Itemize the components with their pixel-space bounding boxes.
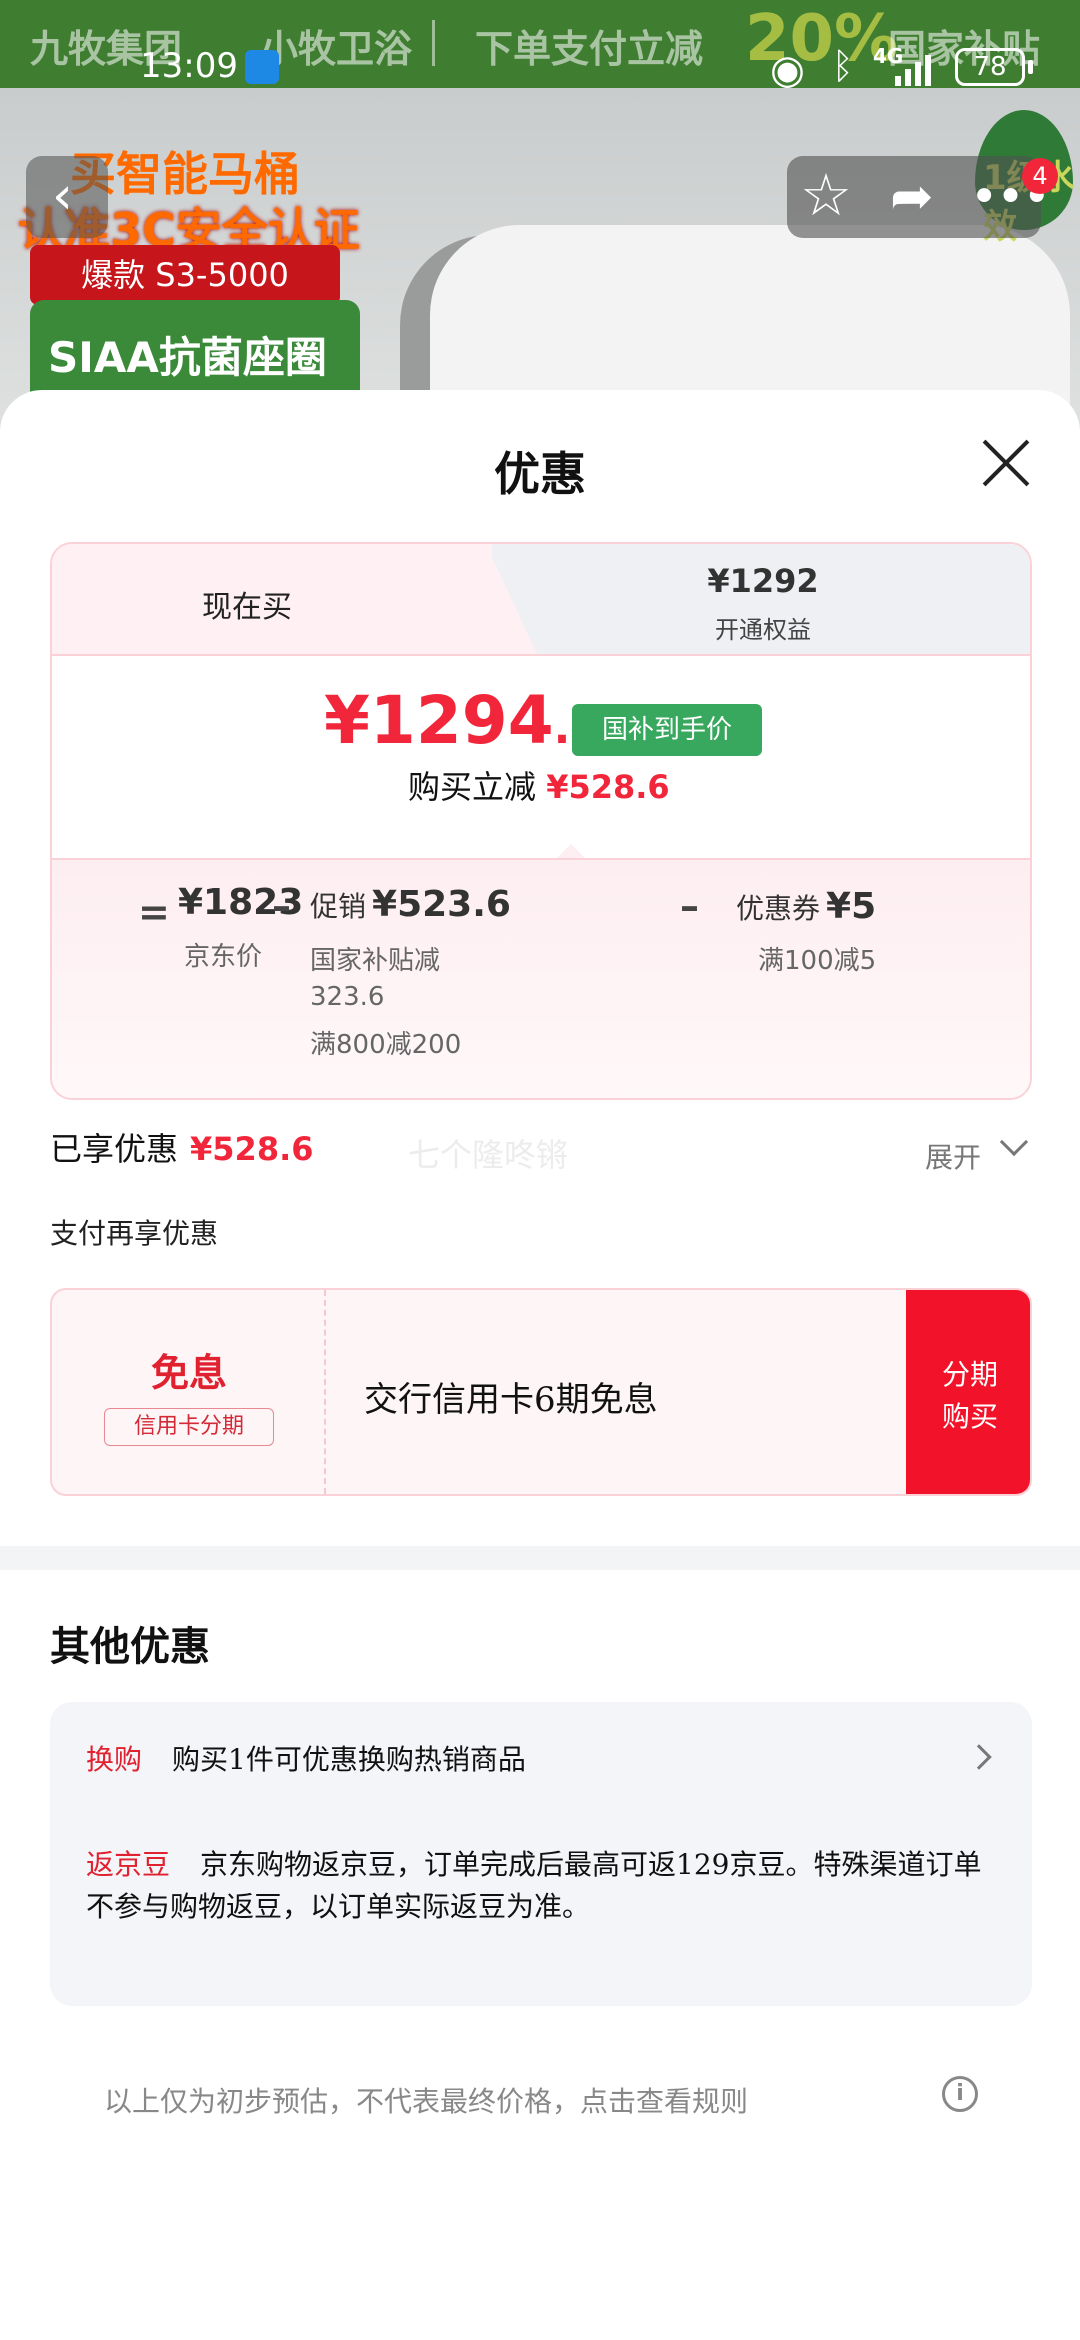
installment-offer[interactable]: 免息 信用卡分期 交行信用卡6期免息 分期 购买 bbox=[50, 1288, 1032, 1496]
promo-model-badge: 爆款 S3-5000 bbox=[30, 245, 340, 305]
final-price: ¥1294.4 bbox=[324, 682, 601, 759]
other-offers-title: 其他优惠 bbox=[50, 1623, 210, 1670]
equals-sign: = bbox=[138, 890, 170, 934]
instant-cut: 购买立减 ¥528.6 bbox=[408, 768, 670, 806]
tab-buy-now-label: 现在买 bbox=[202, 590, 292, 625]
tab-member-price[interactable]: ¥1292 开通权益 bbox=[492, 544, 1030, 654]
price-card: ¥1292 开通权益 现在买 ¥1294.4 国补到手价 购买立减 ¥528.6… bbox=[50, 542, 1032, 1100]
discount-sheet: 优惠 ¥1292 开通权益 现在买 ¥1294.4 国补到手价 购买立减 ¥52… bbox=[0, 390, 1080, 2340]
bean-text: 京东购物返京豆，订单完成后最高可返129京豆。特殊渠道订单不参与购物返豆，以订单… bbox=[86, 1848, 982, 1923]
swap-tag: 换购 bbox=[86, 1743, 143, 1776]
jd-price-label: 京东价 bbox=[184, 942, 263, 972]
caret-pointer bbox=[557, 844, 585, 858]
back-icon: ‹ bbox=[52, 166, 73, 226]
bean-tag: 返京豆 bbox=[86, 1848, 171, 1881]
share-icon[interactable]: ➦ bbox=[890, 162, 934, 232]
promo-value: 促销 ¥523.6 bbox=[310, 884, 511, 925]
interest-free-label: 免息 bbox=[150, 1350, 227, 1395]
close-icon[interactable] bbox=[970, 428, 1040, 498]
promo-detail-2: 满800减200 bbox=[310, 1030, 462, 1060]
member-label: 开通权益 bbox=[715, 616, 811, 644]
sheet-title: 优惠 bbox=[494, 447, 586, 501]
signal-icon bbox=[895, 50, 940, 86]
installment-buy-line1: 分期 bbox=[941, 1358, 998, 1391]
battery-icon: 78 bbox=[955, 48, 1025, 86]
chevron-down-icon[interactable] bbox=[999, 1127, 1029, 1157]
app-notification-icon bbox=[245, 50, 279, 84]
notification-badge: 4 bbox=[1022, 158, 1058, 194]
bluetooth-icon: ᛒ bbox=[832, 46, 854, 87]
watermark: 七个隆咚锵 bbox=[408, 1136, 569, 1174]
installment-badge-area: 免息 信用卡分期 bbox=[52, 1290, 326, 1494]
pay-more-label: 支付再享优惠 bbox=[50, 1217, 219, 1250]
minus-sign-1: – bbox=[272, 884, 291, 928]
bean-offer-row: 返京豆 京东购物返京豆，订单完成后最高可返129京豆。特殊渠道订单不参与购物返豆，… bbox=[86, 1844, 996, 1928]
promo-detail-1: 国家补贴减 bbox=[310, 946, 441, 976]
status-time: 13:09 bbox=[140, 46, 238, 86]
disclaimer-text[interactable]: 以上仅为初步预估，不代表最终价格，点击查看规则 bbox=[104, 2080, 748, 2120]
member-price: ¥1292 bbox=[707, 562, 819, 600]
section-divider bbox=[0, 1546, 1080, 1570]
installment-buy-button[interactable]: 分期 购买 bbox=[906, 1290, 1030, 1494]
chevron-right-icon[interactable] bbox=[966, 1744, 992, 1770]
status-bar: 13:09 ◉ ᛒ 4G 78 bbox=[0, 44, 1080, 94]
enjoyed-discount: 已享优惠 ¥528.6 bbox=[50, 1130, 314, 1168]
other-offers-box: 换购 购买1件可优惠换购热销商品 返京豆 京东购物返京豆，订单完成后最高可返129京… bbox=[50, 1702, 1032, 2006]
subsidy-tag: 国补到手价 bbox=[572, 704, 762, 756]
swap-text: 购买1件可优惠换购热销商品 bbox=[172, 1743, 526, 1776]
battery-tip bbox=[1028, 60, 1033, 74]
price-breakdown: = ¥1823 京东价 – 促销 ¥523.6 国家补贴减 323.6 满800减… bbox=[52, 858, 1030, 1098]
expand-button[interactable]: 展开 bbox=[925, 1136, 981, 1176]
eye-icon: ◉ bbox=[770, 47, 805, 93]
info-icon[interactable]: i bbox=[942, 2076, 978, 2112]
coupon-value: 优惠券 ¥5 bbox=[736, 886, 877, 927]
star-icon[interactable]: ☆ bbox=[800, 160, 852, 230]
promo-detail-1b: 323.6 bbox=[310, 982, 385, 1012]
coupon-detail: 满100减5 bbox=[758, 946, 877, 976]
minus-sign-2: – bbox=[680, 884, 699, 928]
credit-installment-tag: 信用卡分期 bbox=[104, 1408, 274, 1446]
swap-offer-row[interactable]: 换购 购买1件可优惠换购热销商品 bbox=[86, 1738, 526, 1778]
installment-buy-line2: 购买 bbox=[941, 1400, 998, 1433]
installment-text: 交行信用卡6期免息 bbox=[364, 1380, 658, 1420]
